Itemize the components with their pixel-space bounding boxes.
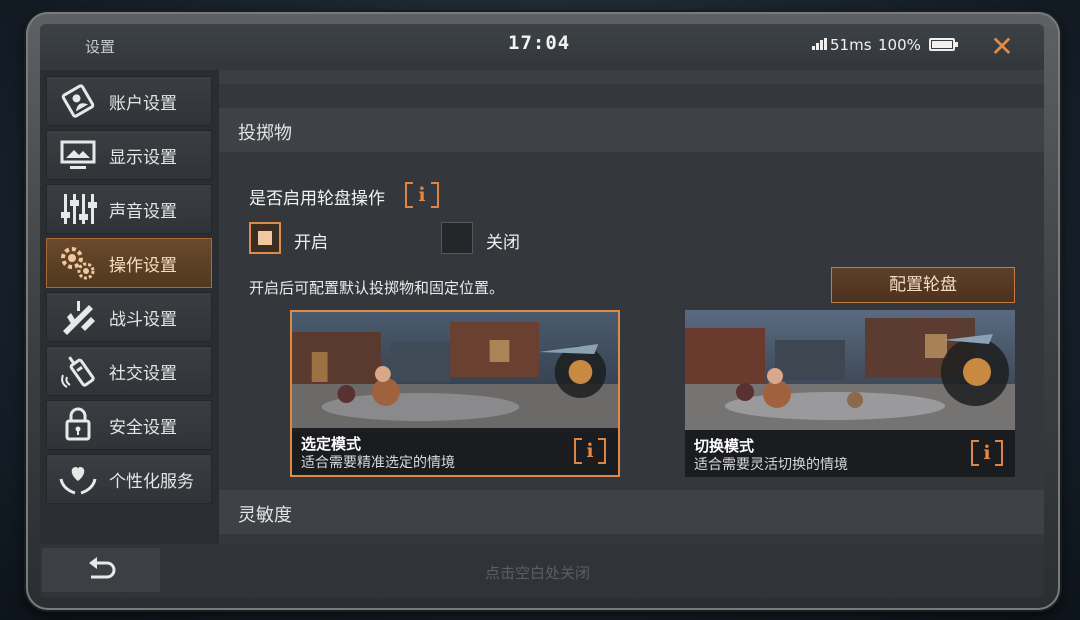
- window-title: 设置: [85, 38, 116, 56]
- radio-off[interactable]: [441, 222, 473, 254]
- bottom-bar: 点击空白处关闭: [40, 544, 1044, 598]
- lock-icon: [47, 404, 109, 446]
- info-icon: i: [418, 184, 426, 206]
- sidebar-item-social[interactable]: 社交设置: [46, 346, 212, 396]
- monitor-icon: [47, 134, 109, 176]
- mode-info-button[interactable]: i: [574, 438, 606, 464]
- battery-percent: 100%: [878, 36, 921, 54]
- section-header-throwables: 投掷物: [219, 108, 1044, 152]
- gears-icon: [47, 242, 109, 284]
- mode-card-switch[interactable]: 切换模式 适合需要灵活切换的情境 i: [685, 310, 1015, 477]
- mode-card-caption: 切换模式 适合需要灵活切换的情境 i: [685, 430, 1015, 477]
- walkie-talkie-icon: [47, 350, 109, 392]
- mode-subtitle: 适合需要灵活切换的情境: [694, 457, 848, 473]
- section-header-sensitivity: 灵敏度: [219, 490, 1044, 534]
- tap-to-close-hint: 点击空白处关闭: [485, 564, 591, 582]
- mode-title: 选定模式: [301, 435, 362, 453]
- sidebar-item-label: 个性化服务: [109, 471, 194, 492]
- mode-preview-image: [292, 312, 618, 432]
- clock: 17:04: [508, 32, 571, 54]
- sidebar-item-label: 战斗设置: [109, 309, 177, 330]
- mode-info-button[interactable]: i: [971, 440, 1003, 466]
- sidebar-item-label: 账户设置: [109, 93, 177, 114]
- radio-on[interactable]: [249, 222, 281, 254]
- battery-icon: [929, 38, 958, 51]
- back-arrow-icon: [89, 557, 116, 579]
- wheel-description: 开启后可配置默认投掷物和固定位置。: [249, 279, 505, 297]
- sidebar-item-sound[interactable]: 声音设置: [46, 184, 212, 234]
- mode-card-select[interactable]: 选定模式 适合需要精准选定的情境 i: [290, 310, 620, 477]
- back-button[interactable]: [42, 548, 160, 592]
- sidebar-item-label: 声音设置: [109, 201, 177, 222]
- configure-wheel-button[interactable]: 配置轮盘: [831, 267, 1015, 303]
- radio-on-label: 开启: [294, 233, 328, 253]
- info-icon: i: [983, 442, 991, 464]
- info-button[interactable]: i: [405, 182, 439, 208]
- sidebar-item-personalization[interactable]: 个性化服务: [46, 454, 212, 504]
- settings-screen: 设置 17:04 51ms 100% ✕ 账户设置 显示设置 声音设置 操作设置…: [40, 24, 1044, 598]
- sidebar-item-label: 显示设置: [109, 147, 177, 168]
- wheel-toggle-label: 是否启用轮盘操作: [249, 189, 385, 209]
- mode-preview-image: [685, 310, 1015, 430]
- status-bar: 设置 17:04 51ms 100% ✕: [40, 24, 1044, 70]
- ping-value: 51ms: [830, 36, 872, 54]
- section-title: 灵敏度: [238, 505, 292, 526]
- mode-card-caption: 选定模式 适合需要精准选定的情境 i: [292, 428, 618, 475]
- sidebar-item-controls[interactable]: 操作设置: [46, 238, 212, 288]
- account-card-icon: [47, 80, 109, 122]
- sliders-icon: [47, 188, 109, 230]
- section-title: 投掷物: [238, 123, 292, 144]
- rifle-icon: [47, 296, 109, 338]
- close-x-icon: ✕: [990, 30, 1014, 63]
- sidebar-item-label: 社交设置: [109, 363, 177, 384]
- settings-sidebar: 账户设置 显示设置 声音设置 操作设置 战斗设置 社交设置 安全设置 个性化服务: [40, 70, 219, 544]
- heart-hands-icon: [47, 458, 109, 500]
- content-top-strip: [219, 70, 1044, 84]
- sidebar-item-label: 操作设置: [109, 255, 177, 276]
- sidebar-item-combat[interactable]: 战斗设置: [46, 292, 212, 342]
- signal-icon: [812, 38, 828, 50]
- sidebar-item-label: 安全设置: [109, 417, 177, 438]
- sidebar-item-security[interactable]: 安全设置: [46, 400, 212, 450]
- close-button[interactable]: ✕: [980, 28, 1024, 66]
- mode-subtitle: 适合需要精准选定的情境: [301, 455, 455, 471]
- radio-off-label: 关闭: [486, 233, 520, 253]
- sidebar-item-display[interactable]: 显示设置: [46, 130, 212, 180]
- mode-title: 切换模式: [694, 437, 755, 455]
- info-icon: i: [586, 440, 594, 462]
- sidebar-item-account[interactable]: 账户设置: [46, 76, 212, 126]
- settings-content: 投掷物 是否启用轮盘操作 i 开启 关闭 开启后可配置默认投掷物和固定位置。 配…: [219, 70, 1044, 544]
